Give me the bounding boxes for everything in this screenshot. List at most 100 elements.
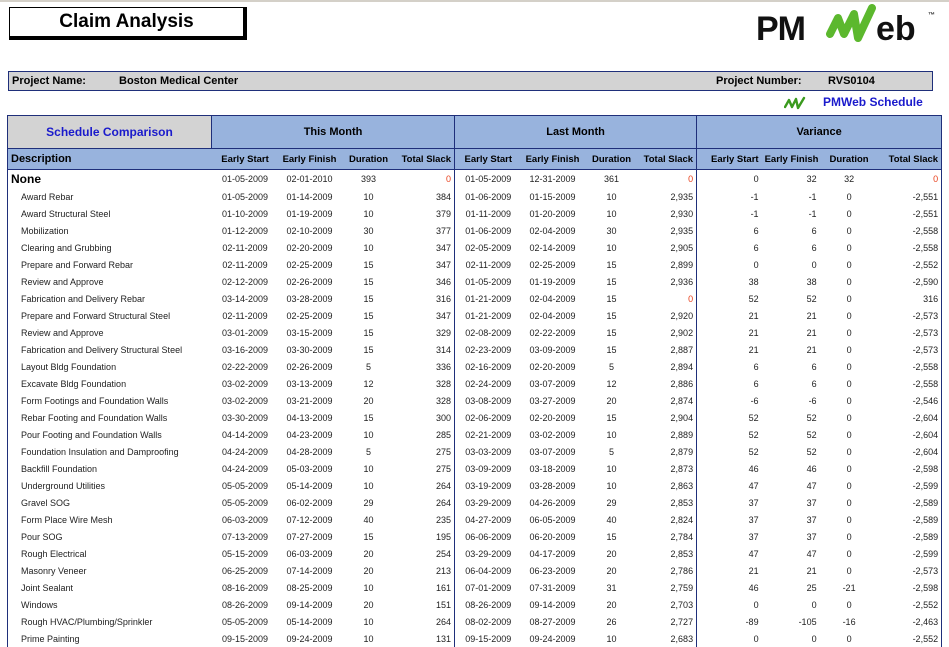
cell-lm-duration: 15 <box>584 256 640 273</box>
table-row: Pour SOG07-13-200907-27-20091519506-06-2… <box>8 528 942 545</box>
cell-var-early-finish: 37 <box>762 494 820 511</box>
cell-tm-duration: 30 <box>341 222 397 239</box>
cell-tm-duration: 15 <box>341 324 397 341</box>
cell-tm-early-start: 05-05-2009 <box>212 613 279 630</box>
cell-var-early-finish: 38 <box>762 273 820 290</box>
cell-tm-duration: 10 <box>341 205 397 222</box>
cell-lm-early-finish: 12-31-2009 <box>522 170 584 189</box>
cell-var-early-start: 52 <box>697 290 762 307</box>
cell-tm-duration: 10 <box>341 630 397 647</box>
cell-lm-duration: 10 <box>584 460 640 477</box>
cell-var-early-finish: 52 <box>762 409 820 426</box>
cell-lm-total-slack: 2,887 <box>640 341 697 358</box>
table-row: Foundation Insulation and Damproofing04-… <box>8 443 942 460</box>
cell-tm-early-start: 01-05-2009 <box>212 188 279 205</box>
cell-tm-early-finish: 09-14-2009 <box>279 596 341 613</box>
cell-lm-duration: 10 <box>584 630 640 647</box>
cell-var-duration: 0 <box>820 562 879 579</box>
cell-lm-duration: 10 <box>584 239 640 256</box>
cell-tm-early-start: 06-25-2009 <box>212 562 279 579</box>
table-row: Underground Utilities05-05-200905-14-200… <box>8 477 942 494</box>
cell-lm-early-start: 02-06-2009 <box>455 409 522 426</box>
cell-var-total-slack: -2,551 <box>879 205 942 222</box>
cell-tm-early-start: 03-02-2009 <box>212 375 279 392</box>
cell-lm-early-finish: 03-07-2009 <box>522 443 584 460</box>
cell-lm-total-slack: 2,786 <box>640 562 697 579</box>
cell-lm-duration: 5 <box>584 358 640 375</box>
cell-var-duration: 0 <box>820 494 879 511</box>
cell-var-duration: 0 <box>820 239 879 256</box>
cell-var-early-start: 46 <box>697 460 762 477</box>
cell-lm-total-slack: 2,894 <box>640 358 697 375</box>
cell-tm-early-finish: 03-15-2009 <box>279 324 341 341</box>
cell-var-early-start: -89 <box>697 613 762 630</box>
cell-tm-early-finish: 02-26-2009 <box>279 273 341 290</box>
cell-tm-early-start: 02-22-2009 <box>212 358 279 375</box>
cell-lm-duration: 10 <box>584 477 640 494</box>
cell-var-early-finish: -105 <box>762 613 820 630</box>
cell-var-early-finish: 46 <box>762 460 820 477</box>
cell-tm-total-slack: 347 <box>397 256 455 273</box>
group-header-this-month: This Month <box>212 116 455 149</box>
cell-tm-early-start: 03-14-2009 <box>212 290 279 307</box>
cell-var-total-slack: -2,552 <box>879 630 942 647</box>
cell-var-early-finish: -6 <box>762 392 820 409</box>
table-row: Review and Approve03-01-200903-15-200915… <box>8 324 942 341</box>
cell-var-early-finish: 32 <box>762 170 820 189</box>
cell-var-total-slack: -2,589 <box>879 511 942 528</box>
cell-lm-early-finish: 02-04-2009 <box>522 307 584 324</box>
cell-tm-early-finish: 03-30-2009 <box>279 341 341 358</box>
cell-tm-duration: 10 <box>341 460 397 477</box>
cell-lm-early-finish: 01-19-2009 <box>522 273 584 290</box>
cell-tm-duration: 10 <box>341 239 397 256</box>
cell-description: Form Place Wire Mesh <box>8 511 212 528</box>
cell-var-early-finish: 21 <box>762 324 820 341</box>
cell-lm-early-start: 03-29-2009 <box>455 494 522 511</box>
table-row: Fabrication and Delivery Rebar03-14-2009… <box>8 290 942 307</box>
cell-tm-duration: 15 <box>341 409 397 426</box>
cell-var-early-start: 47 <box>697 545 762 562</box>
col-var-total-slack: Total Slack <box>879 149 942 170</box>
cell-var-duration: 0 <box>820 630 879 647</box>
cell-lm-duration: 20 <box>584 596 640 613</box>
col-lm-total-slack: Total Slack <box>640 149 697 170</box>
cell-var-total-slack: -2,558 <box>879 375 942 392</box>
cell-tm-duration: 5 <box>341 358 397 375</box>
cell-lm-early-finish: 01-20-2009 <box>522 205 584 222</box>
table-row: Windows08-26-200909-14-20092015108-26-20… <box>8 596 942 613</box>
cell-var-total-slack: -2,552 <box>879 596 942 613</box>
cell-var-early-finish: 37 <box>762 528 820 545</box>
col-tm-early-start: Early Start <box>212 149 279 170</box>
cell-var-early-finish: 52 <box>762 426 820 443</box>
cell-lm-duration: 5 <box>584 443 640 460</box>
cell-tm-duration: 15 <box>341 307 397 324</box>
cell-var-early-start: 46 <box>697 579 762 596</box>
cell-var-early-finish: 6 <box>762 222 820 239</box>
cell-description: Review and Approve <box>8 324 212 341</box>
cell-var-duration: 0 <box>820 511 879 528</box>
cell-description: Prepare and Forward Rebar <box>8 256 212 273</box>
cell-tm-early-start: 04-24-2009 <box>212 460 279 477</box>
cell-lm-early-start: 08-02-2009 <box>455 613 522 630</box>
cell-lm-total-slack: 2,853 <box>640 494 697 511</box>
cell-lm-duration: 10 <box>584 188 640 205</box>
cell-tm-early-start: 05-05-2009 <box>212 477 279 494</box>
cell-tm-early-start: 03-30-2009 <box>212 409 279 426</box>
cell-tm-total-slack: 151 <box>397 596 455 613</box>
cell-lm-duration: 10 <box>584 205 640 222</box>
cell-tm-early-start: 04-24-2009 <box>212 443 279 460</box>
cell-tm-total-slack: 254 <box>397 545 455 562</box>
cell-var-total-slack: -2,573 <box>879 341 942 358</box>
cell-var-duration: -16 <box>820 613 879 630</box>
cell-lm-early-start: 02-16-2009 <box>455 358 522 375</box>
cell-var-early-finish: 0 <box>762 630 820 647</box>
cell-var-total-slack: -2,558 <box>879 222 942 239</box>
cell-tm-early-start: 02-11-2009 <box>212 239 279 256</box>
col-description: Description <box>8 149 212 170</box>
cell-lm-early-finish: 03-07-2009 <box>522 375 584 392</box>
cell-description: Windows <box>8 596 212 613</box>
cell-var-total-slack: -2,598 <box>879 460 942 477</box>
cell-tm-early-finish: 01-19-2009 <box>279 205 341 222</box>
cell-lm-duration: 15 <box>584 307 640 324</box>
cell-lm-total-slack: 2,905 <box>640 239 697 256</box>
